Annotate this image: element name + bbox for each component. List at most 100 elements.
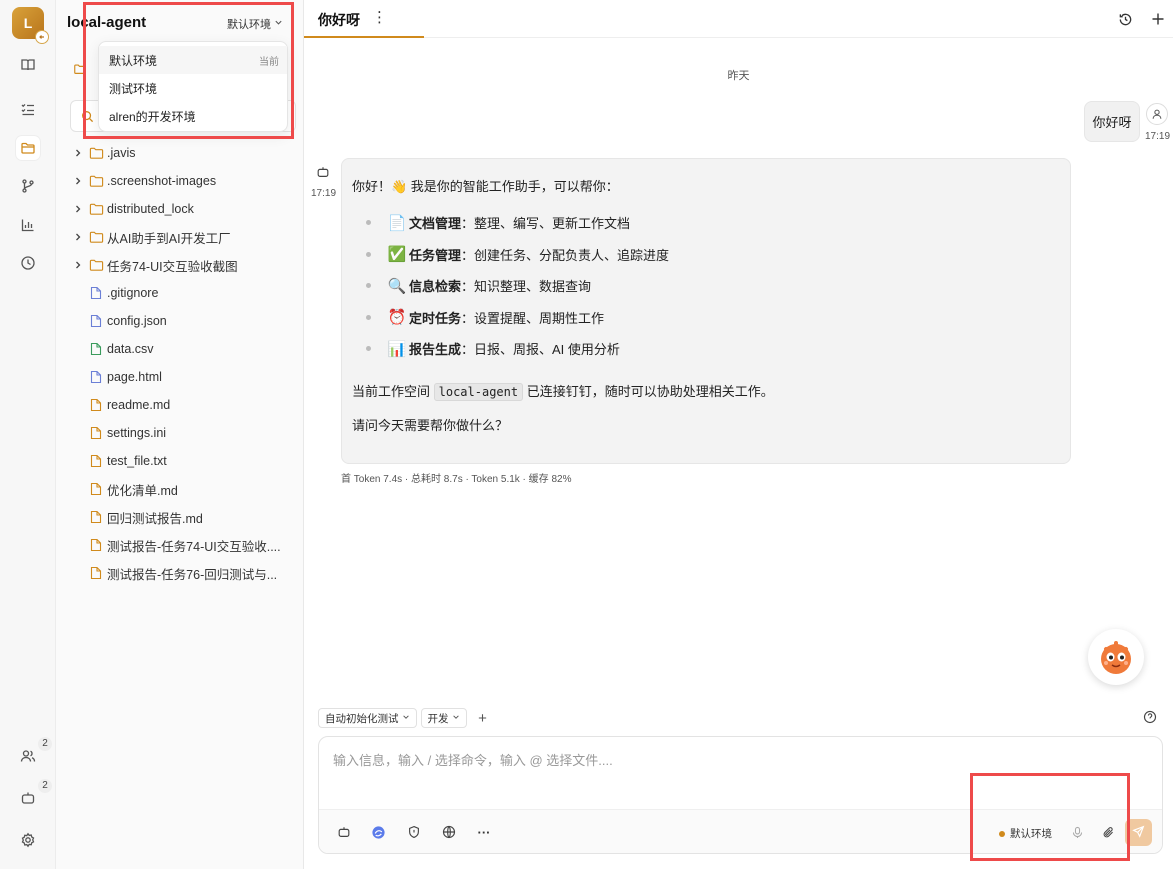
chevron-down-icon	[402, 712, 410, 724]
team-icon[interactable]: 2	[16, 737, 52, 768]
tree-item-label: .javis	[107, 146, 136, 160]
chat-tabbar: 你好呀 ⋮	[304, 0, 1173, 38]
chevron-right-icon[interactable]	[70, 148, 86, 158]
capability-item: 📄 文档管理 ：整理、编写、更新工作文档	[352, 207, 1060, 239]
chevron-right-icon[interactable]	[70, 232, 86, 242]
collapse-arrow-icon[interactable]	[35, 30, 49, 44]
shield-icon[interactable]	[405, 823, 423, 841]
chip-label: 自动初始化测试	[325, 712, 399, 725]
bullet-dot-icon	[366, 346, 371, 352]
microphone-icon[interactable]	[1068, 823, 1086, 841]
workspace-status-post: 已连接钉钉，随时可以协助处理相关工作。	[523, 383, 774, 399]
workspace-status-text: 当前工作空间 local-agent 已连接钉钉，随时可以协助处理相关工作。	[352, 381, 1060, 403]
user-message-text: 你好呀	[1092, 115, 1132, 130]
agent-bot-icon[interactable]	[335, 823, 353, 841]
capability-list: 📄 文档管理 ：整理、编写、更新工作文档 ✅ 任务管理 ：创建任务、分配负责人、追踪进度 🔍…	[352, 207, 1060, 365]
tree-folder-row[interactable]: distributed_lock	[56, 195, 304, 223]
tree-item-label: .screenshot-images	[107, 174, 217, 188]
model-logo-icon[interactable]	[369, 823, 387, 841]
tree-folder-row[interactable]: 任务74-UI交互验收截图	[56, 251, 304, 279]
folder-icon	[88, 174, 104, 188]
send-button[interactable]	[1125, 819, 1152, 846]
tree-item-label: 测试报告-任务74-UI交互验收....	[107, 539, 281, 554]
bullet-dot-icon	[366, 314, 371, 320]
tree-item-label: 回归测试报告.md	[107, 511, 203, 526]
bot-count-badge: 2	[38, 779, 52, 793]
chip-dev[interactable]: 开发	[420, 708, 467, 728]
tree-item-label: readme.md	[107, 398, 171, 412]
folder-icon[interactable]	[16, 136, 40, 160]
chevron-right-icon[interactable]	[70, 204, 86, 214]
send-icon	[1132, 825, 1145, 841]
clock-icon[interactable]	[16, 251, 40, 275]
folder-open-icon	[73, 62, 87, 79]
capability-item: ✅ 任务管理 ：创建任务、分配负责人、追踪进度	[352, 239, 1060, 271]
tree-file-row[interactable]: config.json	[56, 307, 304, 335]
capability-emoji-icon: 📄	[387, 214, 407, 232]
chat-tab-active[interactable]: 你好呀 ⋮	[304, 0, 424, 38]
mascot-assistant-icon[interactable]	[1088, 629, 1144, 685]
tree-folder-row[interactable]: .screenshot-images	[56, 167, 304, 195]
folder-icon	[88, 146, 104, 160]
env-option-test[interactable]: 测试环境	[99, 74, 287, 102]
file-sidebar: local-agent 默认环境 .javis .screenshot-image…	[56, 0, 304, 869]
env-dropdown: 默认环境 当前 测试环境 alren的开发环境	[98, 41, 288, 132]
new-chat-plus-icon[interactable]	[1149, 10, 1167, 28]
tree-item-label: 任务74-UI交互验收截图	[107, 259, 238, 274]
tree-file-row[interactable]: settings.ini	[56, 419, 304, 447]
tree-file-row[interactable]: 测试报告-任务76-回归测试与...	[56, 559, 304, 587]
tree-item-label: test_file.txt	[107, 454, 167, 468]
tree-file-row[interactable]: 回归测试报告.md	[56, 503, 304, 531]
book-icon[interactable]	[16, 53, 40, 77]
folder-icon	[88, 202, 104, 216]
folder-icon	[88, 258, 104, 272]
tree-file-row[interactable]: data.csv	[56, 335, 304, 363]
checklist-icon[interactable]	[16, 97, 40, 121]
env-current-tag: 当前	[259, 56, 279, 68]
workspace-avatar[interactable]: L	[12, 7, 49, 44]
bot-icon[interactable]: 2	[16, 779, 52, 810]
tree-file-row[interactable]: 优化清单.md	[56, 475, 304, 503]
bullet-dot-icon	[366, 220, 371, 226]
history-icon[interactable]	[1116, 10, 1134, 28]
chevron-right-icon[interactable]	[70, 176, 86, 186]
help-icon[interactable]	[1143, 710, 1157, 727]
tree-file-row[interactable]: test_file.txt	[56, 447, 304, 475]
tree-folder-row[interactable]: .javis	[56, 139, 304, 167]
bullet-dot-icon	[366, 283, 371, 289]
more-options-icon[interactable]: ···	[475, 823, 493, 841]
env-selector[interactable]: 默认环境	[227, 16, 283, 32]
tree-item-label: distributed_lock	[107, 202, 194, 216]
env-option-default[interactable]: 默认环境 当前	[99, 46, 287, 74]
chip-auto-init-test[interactable]: 自动初始化测试	[318, 708, 417, 728]
bar-chart-icon[interactable]	[16, 213, 40, 237]
chat-tab-title: 你好呀	[318, 12, 360, 28]
user-avatar-icon	[1146, 103, 1168, 125]
message-input[interactable]	[333, 753, 1133, 768]
capability-title: 信息检索	[409, 279, 462, 295]
capability-desc: ：日报、周报、AI 使用分析	[461, 342, 620, 358]
settings-gear-icon[interactable]	[16, 828, 40, 852]
add-chip-plus-icon[interactable]: +	[475, 710, 491, 727]
tab-more-icon[interactable]: ⋮	[372, 8, 387, 26]
capability-title: 任务管理	[409, 247, 462, 263]
tree-file-row[interactable]: readme.md	[56, 391, 304, 419]
tree-file-row[interactable]: page.html	[56, 363, 304, 391]
tree-item-label: settings.ini	[107, 426, 167, 440]
attachment-paperclip-icon[interactable]	[1099, 823, 1117, 841]
tree-file-row[interactable]: .gitignore	[56, 279, 304, 307]
search-icon	[81, 110, 94, 126]
globe-icon[interactable]	[440, 823, 458, 841]
file-icon	[88, 538, 104, 552]
env-option-label: 测试环境	[109, 81, 158, 96]
tree-item-label: 从AI助手到AI开发工厂	[107, 231, 231, 246]
env-option-dev[interactable]: alren的开发环境	[99, 102, 287, 130]
tree-file-row[interactable]: 测试报告-任务74-UI交互验收....	[56, 531, 304, 559]
workspace-avatar-letter: L	[23, 15, 33, 31]
file-icon	[88, 286, 104, 300]
branch-icon[interactable]	[16, 174, 40, 198]
chevron-right-icon[interactable]	[70, 260, 86, 270]
composer-env-indicator[interactable]: 默认环境	[999, 826, 1052, 841]
tree-folder-row[interactable]: 从AI助手到AI开发工厂	[56, 223, 304, 251]
capability-title: 报告生成	[409, 342, 462, 358]
